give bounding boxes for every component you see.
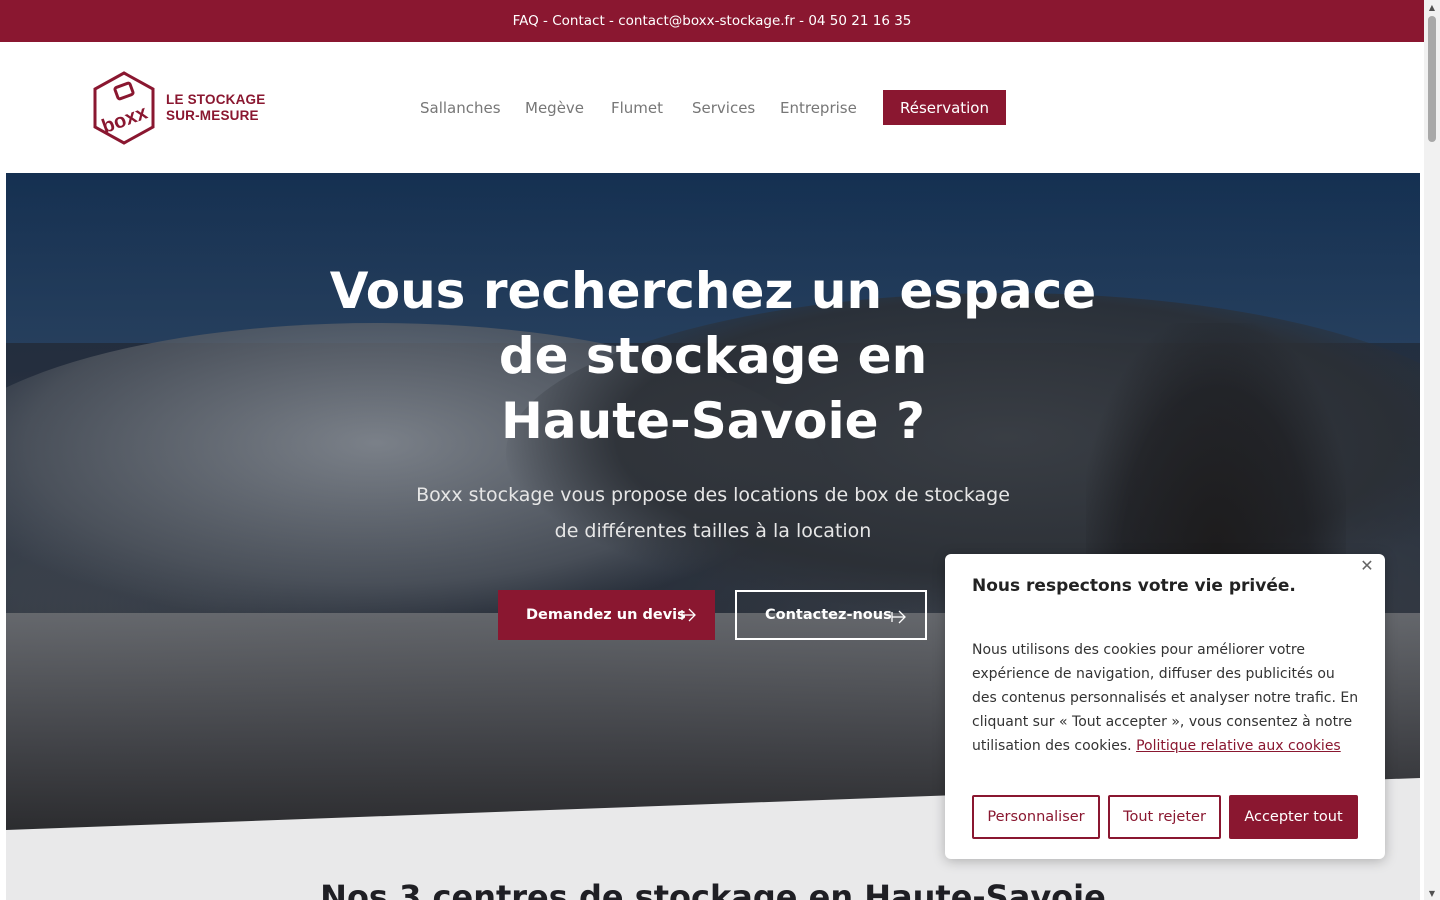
hero-subtitle: Boxx stockage vous propose des locations… — [336, 477, 1090, 549]
hero-title-line: Haute-Savoie ? — [501, 392, 925, 450]
customize-button[interactable]: Personnaliser — [972, 795, 1100, 839]
contact-link[interactable]: Contact — [552, 13, 605, 29]
arrow-right-icon — [891, 610, 906, 624]
quote-request-label: Demandez un devis — [526, 607, 686, 623]
logo-tagline-line1: LE STOCKAGE — [166, 92, 266, 107]
phone-link[interactable]: 04 50 21 16 35 — [808, 13, 911, 29]
accept-all-button[interactable]: Accepter tout — [1229, 795, 1358, 839]
reject-all-button[interactable]: Tout rejeter — [1108, 795, 1221, 839]
logo-tagline-line2: SUR-MESURE — [166, 108, 259, 123]
close-icon[interactable]: ✕ — [1359, 558, 1375, 574]
nav-item-megeve[interactable]: Megève — [525, 99, 584, 117]
top-contact-bar: FAQ - Contact - contact@boxx-stockage.fr… — [0, 0, 1424, 42]
reservation-button[interactable]: Réservation — [883, 90, 1006, 125]
separator: - — [794, 13, 809, 29]
quote-request-button[interactable]: Demandez un devis — [498, 590, 715, 640]
scroll-down-icon[interactable]: ▼ — [1424, 886, 1440, 900]
contact-us-label: Contactez-nous — [765, 607, 892, 623]
faq-link[interactable]: FAQ — [513, 13, 539, 29]
email-link[interactable]: contact@boxx-stockage.fr — [618, 13, 795, 29]
hero-title: Vous recherchez un espace de stockage en… — [256, 259, 1170, 454]
arrow-right-icon — [681, 608, 696, 622]
scroll-up-icon[interactable]: ▲ — [1424, 0, 1440, 14]
cookie-body: Nous utilisons des cookies pour améliore… — [972, 638, 1362, 758]
hero-subtitle-line: Boxx stockage vous propose des locations… — [416, 484, 1010, 506]
site-header: boxx LE STOCKAGE SUR-MESURE Sallanches M… — [0, 42, 1424, 173]
page-scrollbar[interactable]: ▲ ▼ — [1424, 0, 1440, 900]
logo-tagline: LE STOCKAGE SUR-MESURE — [166, 92, 265, 124]
hero-title-line: Vous recherchez un espace — [329, 262, 1097, 320]
cookie-consent-dialog: ✕ Nous respectons votre vie privée. Nous… — [945, 554, 1385, 859]
cookie-policy-link[interactable]: Politique relative aux cookies — [1136, 738, 1341, 754]
site-logo[interactable]: boxx LE STOCKAGE SUR-MESURE — [90, 70, 270, 146]
cookie-actions: Personnaliser Tout rejeter Accepter tout — [972, 795, 1358, 839]
nav-item-sallanches[interactable]: Sallanches — [420, 99, 501, 117]
hero-title-line: de stockage en — [498, 327, 928, 385]
main-nav: Sallanches Megève Flumet Services Entrep… — [420, 90, 1006, 125]
boxx-logo-icon: boxx — [93, 71, 155, 145]
contact-us-button[interactable]: Contactez-nous — [735, 590, 927, 640]
separator: - — [538, 13, 553, 29]
scrollbar-thumb[interactable] — [1428, 16, 1436, 142]
nav-item-flumet[interactable]: Flumet — [611, 99, 663, 117]
nav-item-entreprise[interactable]: Entreprise — [780, 99, 857, 117]
centers-section-title: Nos 3 centres de stockage en Haute-Savoi… — [320, 878, 1106, 900]
nav-item-services[interactable]: Services — [692, 99, 755, 117]
hero-subtitle-line: de différentes tailles à la location — [554, 520, 872, 542]
cookie-title: Nous respectons votre vie privée. — [972, 576, 1296, 596]
separator: - — [604, 13, 619, 29]
